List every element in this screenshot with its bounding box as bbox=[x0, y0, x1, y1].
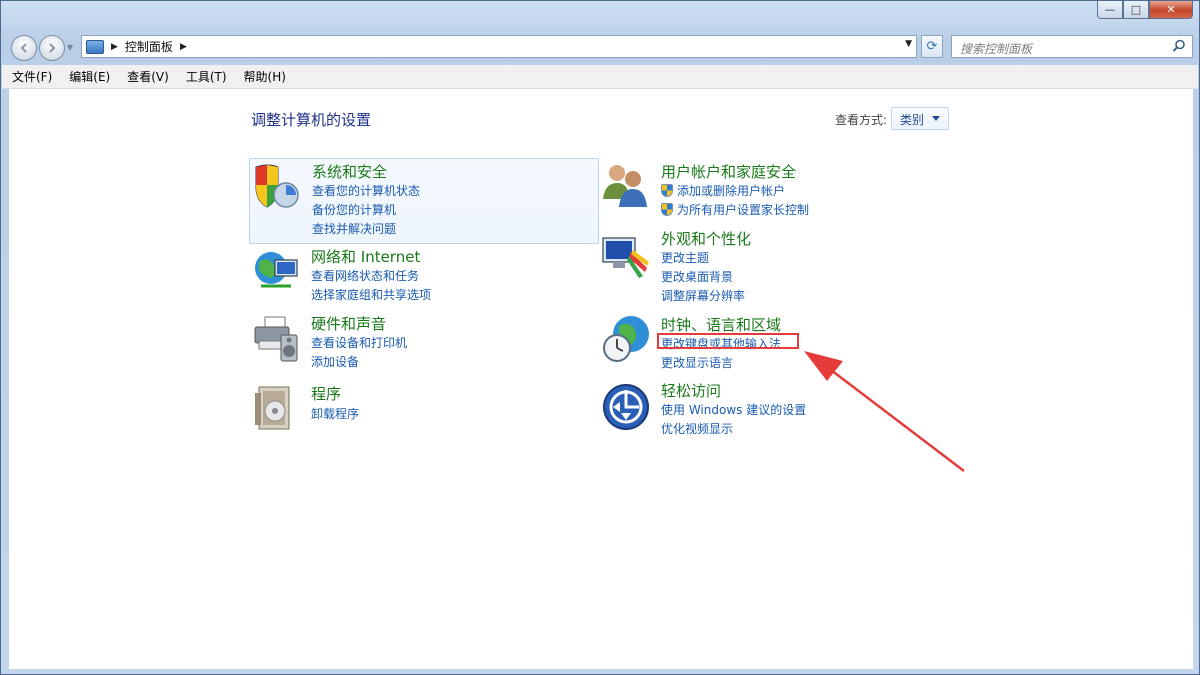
users-icon bbox=[603, 165, 647, 207]
close-button[interactable]: ✕ bbox=[1149, 1, 1193, 19]
link-windows-recommended-settings[interactable]: 使用 Windows 建议的设置 bbox=[661, 401, 806, 418]
category-title[interactable]: 硬件和声音 bbox=[311, 313, 386, 334]
link-change-display-language[interactable]: 更改显示语言 bbox=[661, 354, 733, 371]
category-programs[interactable]: 程序 卸载程序 bbox=[249, 381, 599, 431]
back-button[interactable] bbox=[11, 35, 37, 61]
minimize-icon: — bbox=[1104, 3, 1116, 16]
category-hardware-sound[interactable]: 硬件和声音 查看设备和打印机 添加设备 bbox=[249, 313, 599, 373]
ease-of-access-icon bbox=[603, 384, 649, 430]
menu-tools[interactable]: 工具(T) bbox=[186, 68, 227, 85]
control-panel-window: — □ ✕ ▼ ▶ 控制面板 ▶ ▼ ⟳ 搜索控制面板 文件(F) 编辑(E) … bbox=[0, 0, 1200, 675]
uac-shield-icon bbox=[661, 184, 673, 197]
programs-box-icon bbox=[255, 386, 290, 430]
link-label: 添加或删除用户帐户 bbox=[677, 184, 786, 198]
category-network-internet[interactable]: 网络和 Internet 查看网络状态和任务 选择家庭组和共享选项 bbox=[249, 246, 599, 306]
chevron-down-icon bbox=[932, 116, 940, 121]
close-icon: ✕ bbox=[1166, 3, 1176, 16]
link-homegroup-sharing[interactable]: 选择家庭组和共享选项 bbox=[311, 286, 431, 303]
search-icon[interactable] bbox=[1172, 39, 1186, 53]
link-backup-computer[interactable]: 备份您的计算机 bbox=[312, 201, 396, 218]
link-troubleshoot[interactable]: 查找并解决问题 bbox=[312, 220, 396, 237]
breadcrumb-control-panel[interactable]: 控制面板 bbox=[125, 38, 173, 55]
link-label: 为所有用户设置家长控制 bbox=[677, 203, 810, 217]
menu-edit[interactable]: 编辑(E) bbox=[69, 68, 110, 85]
title-bar[interactable]: — □ ✕ bbox=[1, 1, 1199, 29]
category-title[interactable]: 网络和 Internet bbox=[311, 246, 420, 267]
link-optimize-video-display[interactable]: 优化视频显示 bbox=[661, 420, 733, 437]
maximize-button[interactable]: □ bbox=[1123, 1, 1149, 19]
link-change-theme[interactable]: 更改主题 bbox=[661, 249, 709, 266]
category-title[interactable]: 轻松访问 bbox=[661, 380, 721, 401]
caption-controls: — □ ✕ bbox=[1097, 1, 1193, 19]
view-by-dropdown[interactable]: 类别 bbox=[891, 107, 949, 130]
refresh-button[interactable]: ⟳ bbox=[921, 35, 943, 58]
link-check-computer-status[interactable]: 查看您的计算机状态 bbox=[312, 182, 420, 199]
category-user-accounts[interactable]: 用户帐户和家庭安全 添加或删除用户帐户 为所有用户设置家长控制 bbox=[601, 159, 951, 219]
link-change-desktop-background[interactable]: 更改桌面背景 bbox=[661, 268, 733, 285]
category-title[interactable]: 用户帐户和家庭安全 bbox=[661, 161, 796, 182]
status-bar bbox=[9, 669, 1193, 674]
search-placeholder: 搜索控制面板 bbox=[960, 42, 1033, 56]
minimize-button[interactable]: — bbox=[1097, 1, 1123, 19]
link-network-status[interactable]: 查看网络状态和任务 bbox=[311, 267, 419, 284]
breadcrumb-separator-icon[interactable]: ▶ bbox=[111, 42, 118, 52]
uac-shield-icon bbox=[661, 203, 673, 216]
globe-clock-icon bbox=[603, 316, 649, 362]
category-title[interactable]: 程序 bbox=[311, 383, 341, 404]
link-add-remove-accounts[interactable]: 添加或删除用户帐户 bbox=[661, 182, 785, 199]
menu-bar: 文件(F) 编辑(E) 查看(V) 工具(T) 帮助(H) bbox=[2, 65, 1198, 89]
recent-pages-chevron-icon[interactable]: ▼ bbox=[67, 43, 73, 52]
link-devices-printers[interactable]: 查看设备和打印机 bbox=[311, 334, 407, 351]
control-panel-icon bbox=[86, 39, 104, 54]
refresh-icon: ⟳ bbox=[926, 39, 938, 54]
category-title[interactable]: 系统和安全 bbox=[312, 161, 387, 182]
menu-view[interactable]: 查看(V) bbox=[127, 68, 169, 85]
printer-speaker-icon bbox=[254, 316, 298, 362]
link-adjust-resolution[interactable]: 调整屏幕分辨率 bbox=[661, 287, 745, 304]
back-arrow-icon bbox=[20, 43, 27, 53]
link-parental-controls[interactable]: 为所有用户设置家长控制 bbox=[661, 201, 809, 218]
view-by-value: 类别 bbox=[900, 113, 925, 127]
annotation-highlight-box bbox=[657, 333, 799, 349]
category-ease-of-access[interactable]: 轻松访问 使用 Windows 建议的设置 优化视频显示 bbox=[601, 380, 951, 440]
main-content: 调整计算机的设置 查看方式: 类别 系统和安全 查看您的计算机状态 备份您的计算… bbox=[9, 89, 1193, 669]
page-title: 调整计算机的设置 bbox=[251, 111, 372, 129]
category-title[interactable]: 时钟、语言和区域 bbox=[661, 314, 781, 335]
breadcrumb-separator-icon[interactable]: ▶ bbox=[180, 42, 187, 52]
forward-arrow-icon bbox=[49, 43, 56, 53]
link-uninstall-program[interactable]: 卸载程序 bbox=[311, 405, 359, 422]
navigation-bar: ▼ ▶ 控制面板 ▶ ▼ ⟳ 搜索控制面板 bbox=[9, 33, 1193, 61]
menu-file[interactable]: 文件(F) bbox=[12, 68, 52, 85]
monitor-paint-icon bbox=[602, 237, 649, 278]
search-input[interactable]: 搜索控制面板 bbox=[951, 35, 1193, 58]
category-title[interactable]: 外观和个性化 bbox=[661, 228, 751, 249]
forward-button[interactable] bbox=[39, 35, 65, 61]
view-by-label: 查看方式: bbox=[835, 113, 888, 127]
category-system-security[interactable]: 系统和安全 查看您的计算机状态 备份您的计算机 查找并解决问题 bbox=[249, 158, 599, 244]
shield-computer-icon bbox=[255, 164, 299, 208]
address-bar[interactable]: ▶ 控制面板 ▶ ▼ bbox=[81, 35, 917, 58]
network-globe-icon bbox=[255, 252, 298, 288]
address-dropdown-icon[interactable]: ▼ bbox=[905, 39, 912, 49]
category-appearance[interactable]: 外观和个性化 更改主题 更改桌面背景 调整屏幕分辨率 bbox=[601, 228, 951, 303]
maximize-icon: □ bbox=[1130, 3, 1142, 16]
menu-help[interactable]: 帮助(H) bbox=[244, 68, 286, 85]
link-add-device[interactable]: 添加设备 bbox=[311, 353, 359, 370]
